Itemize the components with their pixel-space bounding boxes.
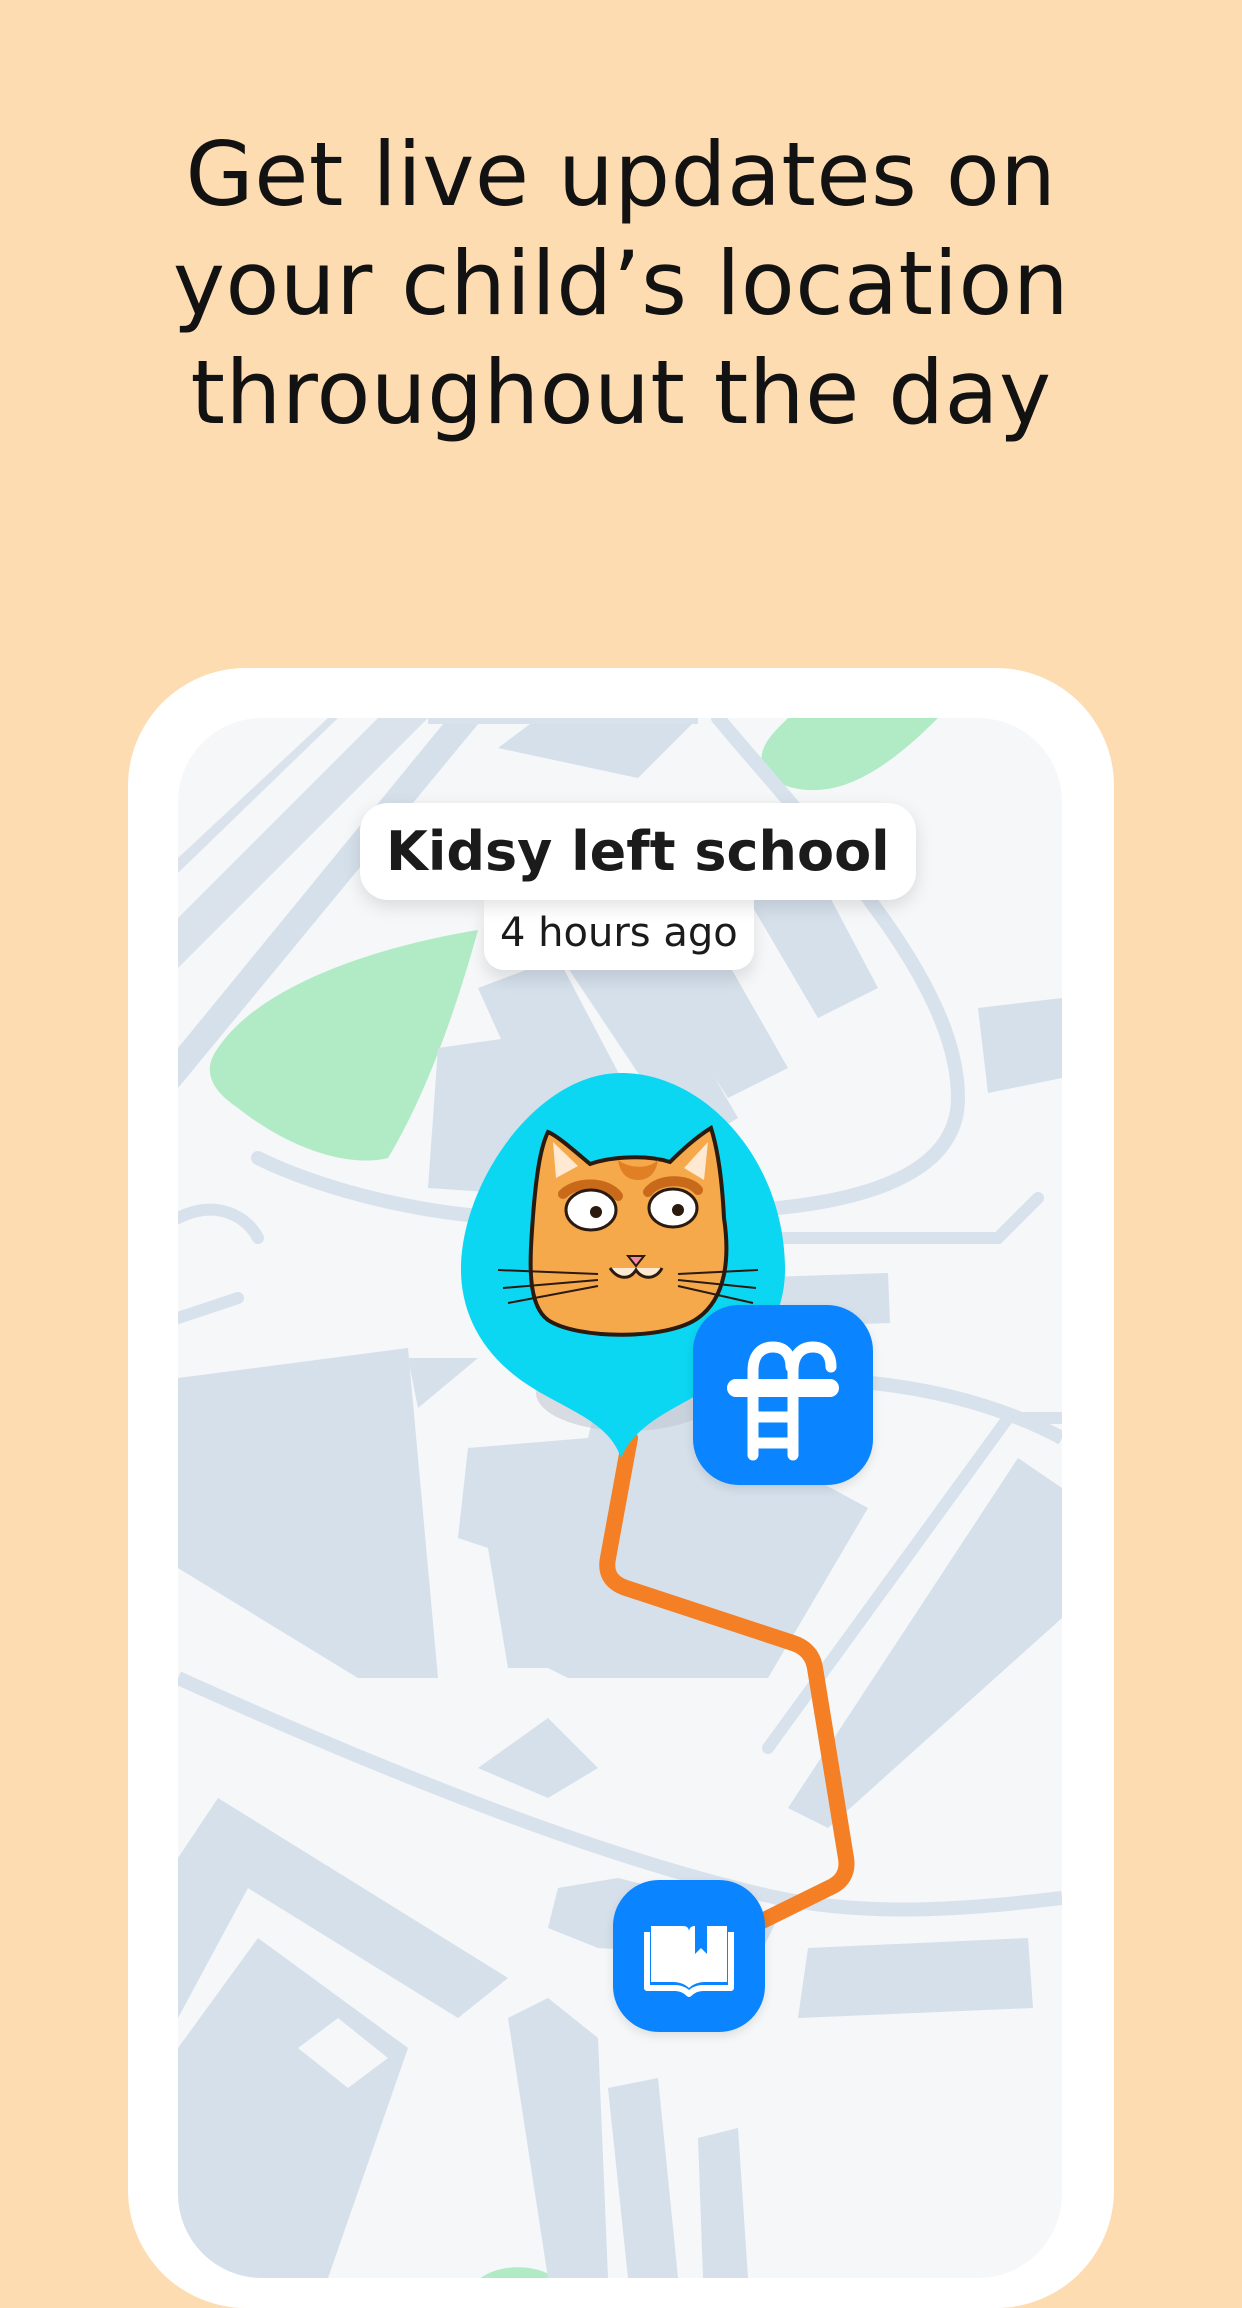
building — [498, 718, 698, 778]
building — [178, 1938, 408, 2278]
building — [978, 998, 1062, 1093]
pool-ladder-icon — [727, 1341, 839, 1461]
map-road — [178, 1203, 264, 1244]
map-screen[interactable]: 4 hours ago Kidsy left school — [178, 718, 1062, 2278]
notification-title[interactable]: Kidsy left school — [360, 803, 916, 900]
notification-time: 4 hours ago — [484, 900, 754, 970]
book-icon — [644, 1926, 734, 1997]
building — [608, 2078, 678, 2278]
park-area — [761, 718, 938, 791]
headline-line-1: Get live updates on — [185, 123, 1057, 226]
building — [478, 1718, 598, 1798]
building — [178, 1348, 438, 1678]
building — [408, 1358, 478, 1408]
headline-line-2: your child’s location — [172, 232, 1070, 335]
place-marker-pool[interactable] — [693, 1305, 873, 1485]
building — [798, 1938, 1033, 2018]
park-area — [480, 2267, 556, 2278]
map-road — [178, 1292, 244, 1324]
place-marker-school[interactable] — [613, 1880, 765, 2032]
building — [698, 2128, 748, 2278]
building — [508, 1998, 608, 2278]
headline-line-3: throughout the day — [190, 341, 1052, 444]
headline: Get live updates on your child’s locatio… — [0, 120, 1242, 447]
